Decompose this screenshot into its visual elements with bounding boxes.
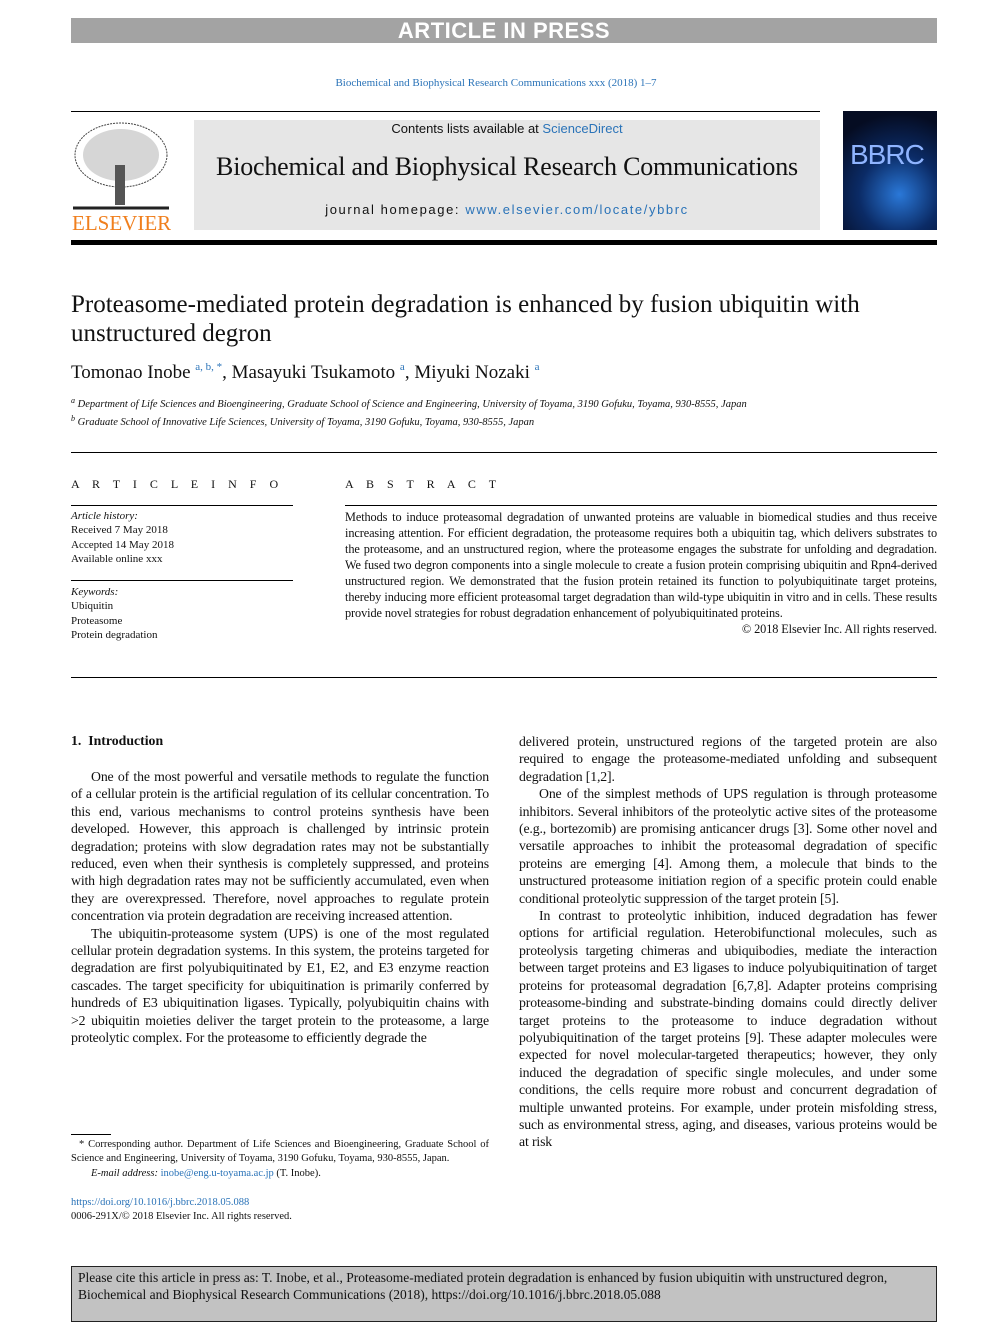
body-paragraph: delivered protein, unstructured regions … <box>519 734 937 784</box>
keywords-label: Keywords: <box>71 586 119 598</box>
body-paragraph: One of the most powerful and versatile m… <box>71 769 489 924</box>
keywords: Keywords: Ubiquitin Proteasome Protein d… <box>71 585 293 642</box>
journal-header: Contents lists available at ScienceDirec… <box>194 120 820 230</box>
article-in-press-banner: ARTICLE IN PRESS <box>71 18 937 43</box>
affiliation: b Graduate School of Innovative Life Sci… <box>71 414 535 428</box>
abstract-heading: A B S T R A C T <box>345 477 502 491</box>
keyword: Protein degradation <box>71 628 158 641</box>
author-marks[interactable]: a <box>535 361 540 373</box>
homepage-link[interactable]: www.elsevier.com/locate/ybbrc <box>465 202 688 217</box>
divider <box>71 452 937 453</box>
article-history: Article history: Received 7 May 2018 Acc… <box>71 509 293 566</box>
body-paragraph: The ubiquitin-proteasome system (UPS) is… <box>71 925 489 1046</box>
right-column: delivered protein, unstructured regions … <box>519 733 937 1151</box>
author-marks[interactable]: a, b, * <box>195 361 222 373</box>
footnote: * Corresponding author. Department of Li… <box>71 1138 489 1224</box>
history-label: Article history: <box>71 510 138 522</box>
contents-label: Contents lists available at <box>391 121 543 136</box>
author-marks[interactable]: a <box>400 361 405 373</box>
affiliation: a Department of Life Sciences and Bioeng… <box>71 396 747 410</box>
journal-reference-link[interactable]: Biochemical and Biophysical Research Com… <box>0 77 992 89</box>
footnote-divider <box>71 1134 111 1135</box>
abstract-text: Methods to induce proteasomal degradatio… <box>345 510 937 620</box>
cover-logo: BBRC <box>850 139 925 170</box>
divider <box>71 677 937 678</box>
divider <box>71 111 820 112</box>
divider <box>71 580 293 581</box>
keyword: Proteasome <box>71 614 123 627</box>
journal-cover-image: BBRC <box>843 111 937 230</box>
history-item: Available online xxx <box>71 552 163 565</box>
email-link[interactable]: inobe@eng.u-toyama.ac.jp <box>161 1168 274 1179</box>
elsevier-logo: ELSEVIER <box>71 120 171 235</box>
article-info-heading: A R T I C L E I N F O <box>71 477 284 491</box>
citation-box: Please cite this article in press as: T.… <box>71 1266 937 1322</box>
keyword: Ubiquitin <box>71 600 114 613</box>
author-name[interactable]: Tomonao Inobe <box>71 362 191 383</box>
journal-title: Biochemical and Biophysical Research Com… <box>216 152 798 181</box>
abstract-copyright: © 2018 Elsevier Inc. All rights reserved… <box>741 622 937 636</box>
divider <box>71 505 293 506</box>
history-item: Accepted 14 May 2018 <box>71 538 174 551</box>
author-name[interactable]: Masayuki Tsukamoto <box>232 362 396 383</box>
thick-divider <box>71 240 937 245</box>
body-paragraph: One of the simplest methods of UPS regul… <box>519 786 937 906</box>
affiliations: a Department of Life Sciences and Bioeng… <box>71 394 831 430</box>
elsevier-tree-icon: ELSEVIER <box>71 120 171 235</box>
body-paragraph: In contrast to proteolytic inhibition, i… <box>519 908 937 1150</box>
introduction-heading: 1. Introduction <box>71 733 164 748</box>
article-title: Proteasome-mediated protein degradation … <box>71 291 860 347</box>
abstract: Methods to induce proteasomal degradatio… <box>345 509 937 637</box>
author-name[interactable]: Miyuki Nozaki <box>414 362 530 383</box>
issn-copyright: 0006-291X/© 2018 Elsevier Inc. All right… <box>71 1211 292 1223</box>
author-list: Tomonao Inobe a, b, *, Masayuki Tsukamot… <box>71 361 540 383</box>
sciencedirect-link[interactable]: ScienceDirect <box>542 121 622 136</box>
history-item: Received 7 May 2018 <box>71 524 168 537</box>
doi-link[interactable]: https://doi.org/10.1016/j.bbrc.2018.05.0… <box>71 1196 489 1210</box>
corresponding-author-note: * Corresponding author. Department of Li… <box>71 1139 489 1165</box>
email-label: E-mail address: <box>91 1167 161 1179</box>
elsevier-wordmark: ELSEVIER <box>72 211 171 232</box>
homepage-label: journal homepage: <box>325 202 466 217</box>
left-column: One of the most powerful and versatile m… <box>71 768 489 1047</box>
divider <box>345 505 937 506</box>
